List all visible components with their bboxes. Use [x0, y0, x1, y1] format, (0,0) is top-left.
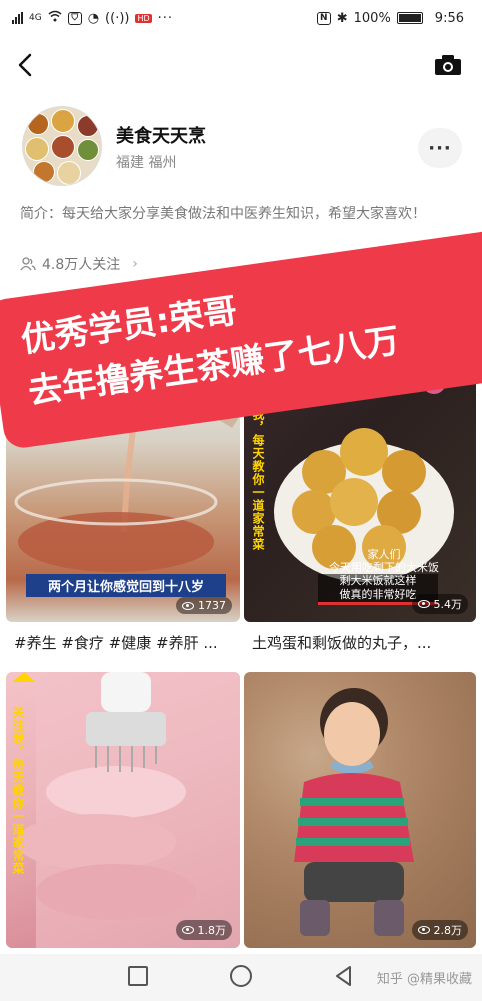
- more-icon[interactable]: ···: [418, 128, 462, 168]
- nav-back-icon[interactable]: [332, 964, 356, 988]
- child-photo-image: [294, 688, 414, 936]
- battery-percent: 100%: [353, 10, 391, 26]
- view-count: 5.4万: [411, 594, 468, 614]
- system-nav-bar: 知乎 @精果收藏: [0, 954, 482, 1001]
- meat-tool-image: [12, 672, 240, 948]
- post-overlay-text: 家人们 今天用吃剩下的大米饭: [329, 548, 439, 574]
- nav-recent-icon[interactable]: [128, 966, 148, 986]
- nfc-icon: N: [316, 11, 331, 25]
- shield-icon: ⛉: [67, 11, 82, 25]
- view-count: 2.8万: [411, 920, 468, 940]
- back-arrow-icon[interactable]: [14, 50, 38, 80]
- post-card-4[interactable]: 2.8万: [244, 672, 476, 948]
- status-bar: 4G ⛉ ◔ ((·)) HD ··· N ✱ 100% 9:56: [0, 0, 482, 36]
- signal-icon: [12, 12, 23, 24]
- post-side-text: 关注我，每天教你一道家常菜: [11, 706, 25, 875]
- wifi-icon: [48, 10, 62, 26]
- top-nav: [0, 40, 482, 90]
- post-caption-1[interactable]: #养生 #食疗 #健康 #养肝 ...: [14, 632, 236, 653]
- network-label: 4G: [29, 13, 42, 23]
- profile-location: 福建 福州: [116, 155, 177, 171]
- profile-name: 美食天天烹: [116, 126, 206, 147]
- camera-icon[interactable]: [434, 54, 462, 76]
- eye-icon: [181, 926, 194, 934]
- hotspot-icon: ((·)): [105, 10, 130, 26]
- clock: 9:56: [434, 10, 464, 26]
- app-icon: ◔: [87, 10, 100, 26]
- watermark: 知乎 @精果收藏: [376, 972, 472, 987]
- hd-badge: HD: [135, 13, 152, 23]
- nav-home-icon[interactable]: [230, 965, 252, 987]
- eye-icon: [182, 601, 194, 610]
- bluetooth-icon: ✱: [336, 10, 348, 26]
- avatar[interactable]: [22, 106, 102, 186]
- eye-icon: [417, 926, 430, 934]
- eye-icon: [417, 600, 430, 608]
- battery-icon: [396, 12, 423, 24]
- post-caption-2[interactable]: 土鸡蛋和剩饭做的丸子，...: [252, 632, 474, 653]
- view-count: 1737: [176, 597, 232, 614]
- more-dots-icon: ···: [157, 10, 174, 26]
- post-card-3[interactable]: 关注我，每天教你一道家常菜 1.8万: [6, 672, 240, 948]
- post-overlay-text: 两个月让你感觉回到十八岁: [26, 574, 226, 597]
- view-count: 1.8万: [175, 920, 232, 940]
